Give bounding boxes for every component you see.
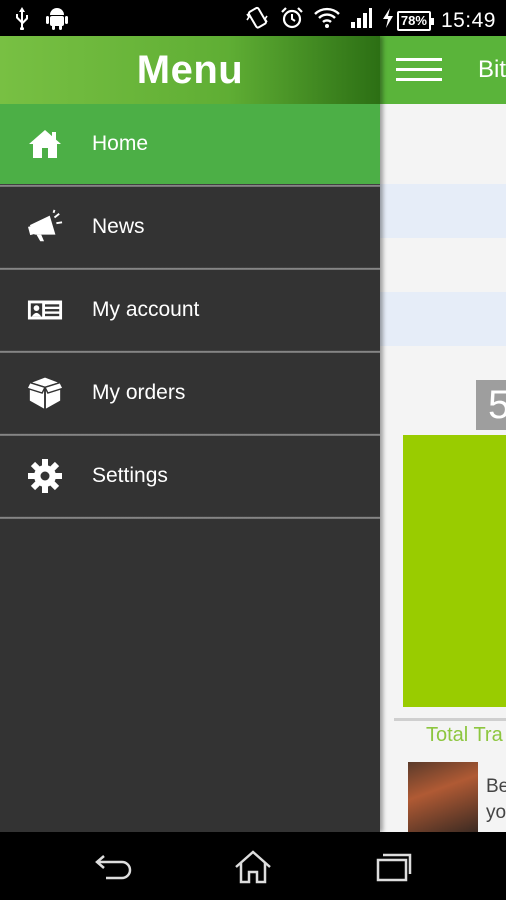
menu-item-my-orders[interactable]: My orders [0,353,380,433]
signal-icon [350,7,372,34]
alarm-icon [280,6,304,35]
menu-item-label: Home [92,132,149,155]
home-icon[interactable] [233,850,273,884]
status-bar: 78% 15:49 [0,0,506,36]
id-card-icon [27,292,63,328]
divider [0,516,380,519]
home-icon [27,126,63,162]
list-row [380,184,506,238]
menu-item-settings[interactable]: Settings [0,436,380,516]
android-icon [46,6,68,35]
clock: 15:49 [440,8,496,32]
box-icon [27,375,63,411]
menu-item-label: My orders [92,381,186,404]
megaphone-icon [27,209,63,245]
menu-item-news[interactable]: News [0,187,380,267]
navigation-drawer: Menu Home News My account My orders Sett… [0,36,380,832]
system-navigation-bar [0,832,506,900]
battery-indicator: 78% [396,10,434,31]
ad-text[interactable]: Be yo [486,774,506,826]
menu-item-label: My account [92,298,200,321]
usb-icon [14,6,30,35]
wifi-icon [314,7,340,34]
vibrate-icon [244,5,270,36]
gear-icon [27,458,63,494]
drawer-header: Menu [0,36,380,104]
recent-apps-icon[interactable] [374,850,414,884]
menu-item-label: Settings [92,464,168,487]
back-icon[interactable] [94,850,134,884]
menu-item-my-account[interactable]: My account [0,270,380,350]
divider [394,718,506,721]
drawer-title: Menu [136,47,244,92]
hamburger-menu-icon[interactable] [396,58,442,82]
menu-item-home[interactable]: Home [0,104,380,184]
ad-text-line: yo [486,802,506,823]
ad-thumbnail[interactable] [408,762,478,832]
app-title: Bit [478,56,506,83]
chart-label: Total Tra [426,724,503,746]
value-badge: 5 [476,380,506,430]
ad-text-line: Be [486,776,506,797]
chart-bar [403,435,506,707]
menu-item-label: News [92,215,145,238]
charging-icon [382,8,394,33]
list-row [380,292,506,346]
